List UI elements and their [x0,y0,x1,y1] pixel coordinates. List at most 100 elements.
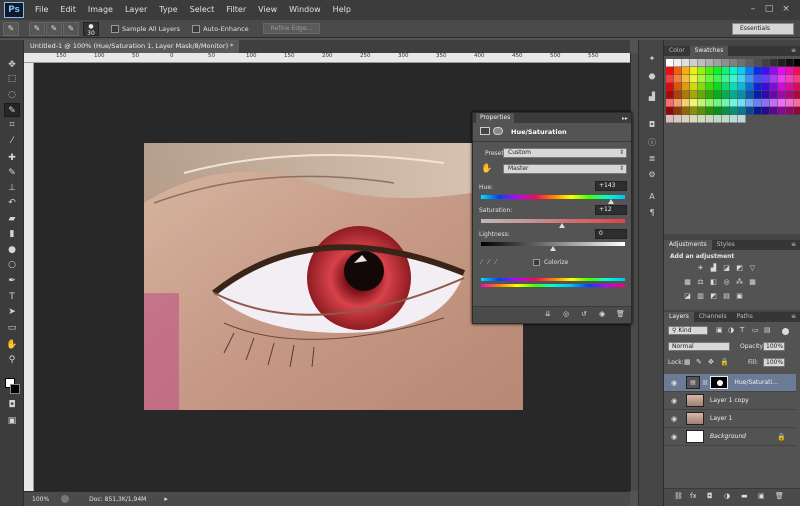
color-swatch[interactable] [666,67,674,75]
color-swatch[interactable] [778,107,786,115]
layer-row[interactable]: ◉ Layer 1 [664,410,796,428]
document-tab[interactable]: Untitled-1 @ 100% (Hue/Saturation 1, Lay… [24,40,239,53]
gradient-map-icon[interactable]: ▤ [722,292,731,301]
opacity-input[interactable]: 100% [763,342,785,351]
color-swatch[interactable] [674,99,682,107]
exposure-icon[interactable]: ◩ [735,264,744,273]
menu-layer[interactable]: Layer [119,0,153,20]
color-swatch[interactable] [794,99,800,107]
info-panel-icon[interactable]: ⓘ [644,136,660,150]
color-swatch[interactable] [786,91,794,99]
color-swatch[interactable] [730,115,738,123]
color-swatch[interactable] [698,107,706,115]
move-tool-icon[interactable]: ✥ [4,58,20,72]
threshold-icon[interactable]: ◩ [709,292,718,301]
properties-tab[interactable]: Properties [476,113,515,123]
view-previous-icon[interactable]: ◎ [563,310,569,318]
colorize-checkbox[interactable] [533,259,540,266]
history-panel-icon[interactable]: ✦ [644,52,660,66]
color-swatch[interactable] [714,91,722,99]
color-swatch[interactable] [770,91,778,99]
hand-tool-icon[interactable]: ✋ [4,338,20,352]
reset-icon[interactable]: ↺ [581,310,587,318]
color-swatch[interactable] [738,67,746,75]
color-swatch[interactable] [690,107,698,115]
status-info-icon[interactable] [61,495,70,503]
photo-filter-icon[interactable]: ◎ [722,278,731,287]
targeted-adjustment-hand-icon[interactable]: ✋ [481,164,492,174]
zoom-level[interactable]: 100% [32,496,49,503]
color-swatch[interactable] [762,59,770,67]
paragraph-panel-icon[interactable]: ¶ [644,206,660,220]
lasso-tool-icon[interactable]: ◌ [4,88,20,102]
color-swatch[interactable] [786,83,794,91]
color-swatch[interactable] [786,75,794,83]
color-swatch[interactable] [706,83,714,91]
levels-icon[interactable]: ▟ [709,264,718,273]
visibility-eye-icon[interactable]: ◉ [668,379,680,387]
type-tool-icon[interactable]: T [4,290,20,304]
color-swatch[interactable] [666,107,674,115]
crop-tool-icon[interactable]: ⌗ [4,118,20,132]
color-swatch[interactable] [794,83,800,91]
auto-enhance-checkbox[interactable]: Auto-Enhance [192,24,249,33]
layer-row[interactable]: ◉ ▤ ⛓ Hue/Saturati... [664,374,796,392]
color-swatch[interactable] [730,59,738,67]
color-swatch[interactable] [666,75,674,83]
color-swatch[interactable] [730,91,738,99]
color-swatch[interactable] [682,75,690,83]
quick-selection-tool-preset-icon[interactable]: ✎ [3,21,19,36]
color-swatch[interactable] [786,59,794,67]
color-swatch[interactable] [722,107,730,115]
lightness-slider-thumb[interactable] [550,246,556,251]
new-selection-icon[interactable]: ✎ [29,21,45,36]
history-brush-tool-icon[interactable]: ↶ [4,196,20,210]
color-swatch[interactable] [754,91,762,99]
workspace-select[interactable]: Essentials [732,23,794,35]
color-swatch[interactable] [746,99,754,107]
character-panel-icon[interactable]: A [644,190,660,204]
brightness-contrast-icon[interactable]: ☀ [696,264,705,273]
color-swatch[interactable] [674,67,682,75]
color-swatch[interactable] [674,83,682,91]
color-swatch[interactable] [762,67,770,75]
panel-menu-icon[interactable]: ≡ [791,312,796,322]
saturation-input[interactable]: +12 [595,205,627,215]
lock-position-icon[interactable]: ✥ [708,358,714,366]
color-swatch[interactable] [738,107,746,115]
color-swatch[interactable] [754,75,762,83]
color-swatch[interactable] [706,67,714,75]
layer-row[interactable]: ◉ Layer 1 copy [664,392,796,410]
color-swatch[interactable] [746,91,754,99]
menu-file[interactable]: File [29,0,54,20]
preset-select[interactable]: Custom [503,148,627,158]
color-swatch[interactable] [770,67,778,75]
brush-size-picker[interactable]: ● 30 [83,21,99,37]
lock-all-icon[interactable]: 🔒 [720,358,729,366]
layer-name[interactable]: Hue/Saturati... [734,379,778,386]
close-button[interactable]: × [779,4,793,15]
color-swatch[interactable] [706,91,714,99]
adjustments-tab[interactable]: Adjustments [664,240,712,250]
healing-brush-tool-icon[interactable]: ✚ [4,151,20,165]
new-adjustment-layer-icon[interactable]: ◑ [724,492,730,500]
color-swatch[interactable] [778,91,786,99]
color-swatch[interactable] [794,107,800,115]
swatches-tab[interactable]: Swatches [689,46,729,56]
lock-transparent-icon[interactable]: ▦ [684,358,691,366]
color-swatch[interactable] [762,83,770,91]
color-swatch[interactable] [786,99,794,107]
swatch-grid[interactable] [666,59,800,129]
properties-title-bar[interactable]: Properties ▸▸ [473,113,631,123]
layer-name[interactable]: Layer 1 copy [710,397,749,404]
color-tab[interactable]: Color [664,46,690,56]
color-swatch[interactable] [682,99,690,107]
channels-tab[interactable]: Channels [694,312,732,322]
filter-shape-icon[interactable]: ▭ [752,326,759,334]
color-swatch[interactable] [714,83,722,91]
fill-input[interactable]: 100% [763,358,785,367]
new-group-icon[interactable]: ▬ [741,492,748,500]
navigator-panel-icon[interactable]: ▟ [644,90,660,104]
color-swatch[interactable] [706,75,714,83]
zoom-tool-icon[interactable]: ⚲ [4,353,20,367]
